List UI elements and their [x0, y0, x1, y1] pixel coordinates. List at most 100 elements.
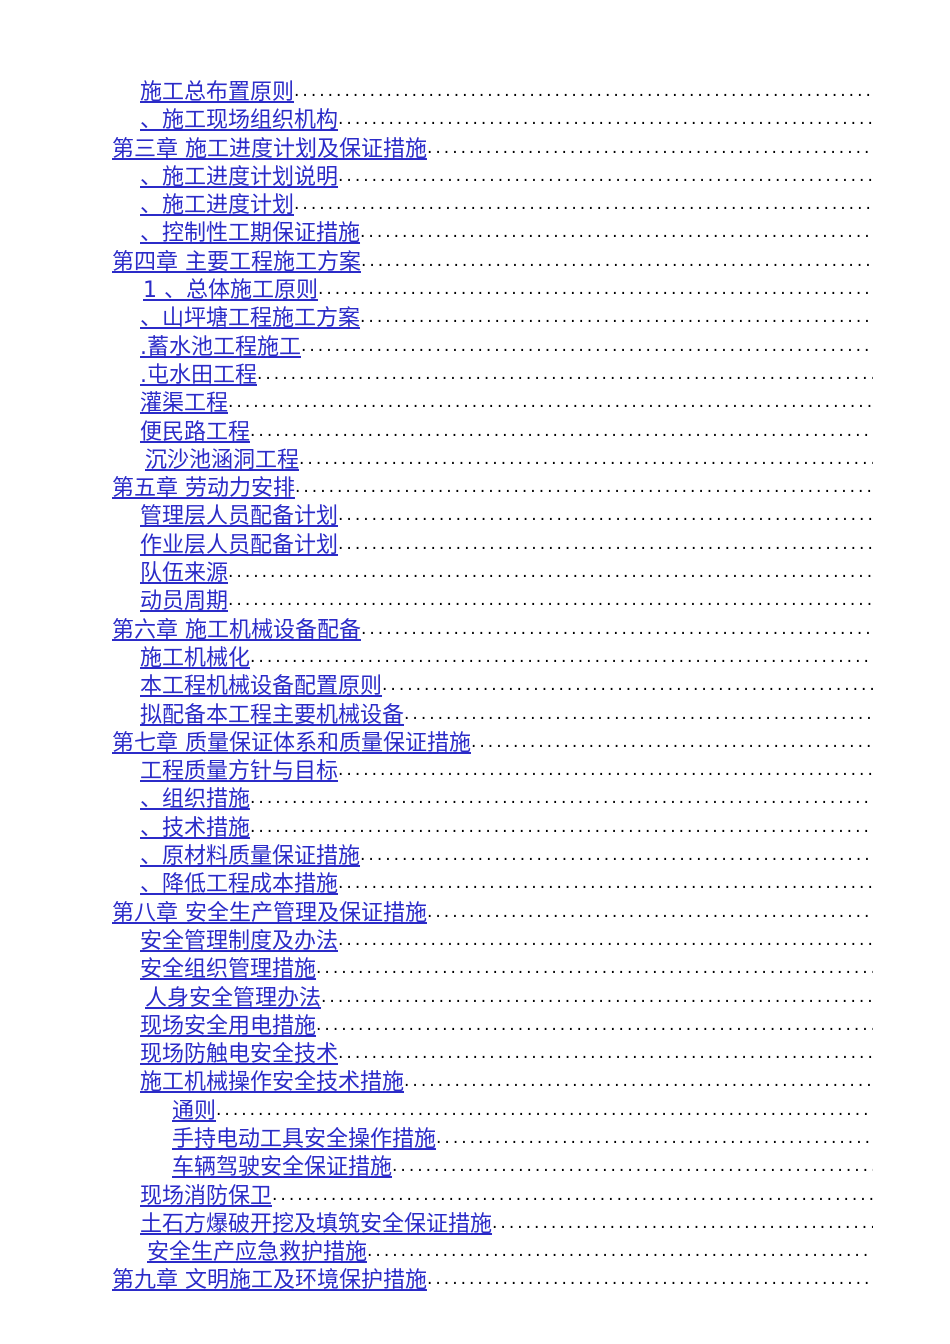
- toc-entry-label[interactable]: 现场消防保卫: [140, 1184, 272, 1209]
- toc-dot-leader: [250, 784, 873, 806]
- toc-entry-label[interactable]: 、施工进度计划: [140, 193, 294, 218]
- toc-entry-label[interactable]: 队伍来源: [140, 561, 228, 586]
- toc-entry-label[interactable]: 第六章 施工机械设备配备: [112, 618, 361, 643]
- toc-entry-label[interactable]: 现场防触电安全技术: [140, 1042, 338, 1067]
- toc-dot-leader: [404, 1067, 873, 1089]
- toc-entry[interactable]: 作业层人员配备计划: [0, 530, 950, 558]
- toc-entry-label[interactable]: 、施工进度计划说明: [140, 165, 338, 190]
- toc-dot-leader: [361, 247, 873, 269]
- toc-entry-label[interactable]: 施工机械化: [140, 646, 250, 671]
- toc-dot-leader: [392, 1152, 873, 1174]
- toc-entry-label[interactable]: 沉沙池涵洞工程: [145, 448, 299, 473]
- toc-entry-label[interactable]: .屯水田工程: [140, 363, 257, 388]
- toc-entry[interactable]: 施工机械操作安全技术措施: [0, 1067, 950, 1095]
- toc-entry-label[interactable]: 安全组织管理措施: [140, 957, 316, 982]
- toc-entry-label[interactable]: 、施工现场组织机构: [140, 108, 338, 133]
- toc-entry[interactable]: 1 、总体施工原则: [0, 275, 950, 303]
- toc-entry[interactable]: 施工总布置原则: [0, 77, 950, 105]
- toc-entry-label[interactable]: 管理层人员配备计划: [140, 504, 338, 529]
- toc-entry-label[interactable]: 手持电动工具安全操作措施: [172, 1127, 436, 1152]
- toc-dot-leader: [250, 813, 873, 835]
- toc-entry[interactable]: 、控制性工期保证措施: [0, 218, 950, 246]
- toc-entry[interactable]: 安全管理制度及办法: [0, 926, 950, 954]
- toc-entry[interactable]: 第七章 质量保证体系和质量保证措施: [0, 728, 950, 756]
- toc-entry-label[interactable]: 第八章 安全生产管理及保证措施: [112, 901, 427, 926]
- toc-entry[interactable]: 安全生产应急救护措施: [0, 1237, 950, 1265]
- toc-entry[interactable]: 第六章 施工机械设备配备: [0, 615, 950, 643]
- toc-entry-label[interactable]: 现场安全用电措施: [140, 1014, 316, 1039]
- toc-dot-leader: [338, 501, 873, 523]
- toc-entry-label[interactable]: 、山坪塘工程施工方案: [140, 306, 360, 331]
- toc-entry-label[interactable]: 第七章 质量保证体系和质量保证措施: [112, 731, 471, 756]
- toc-entry[interactable]: 、降低工程成本措施: [0, 869, 950, 897]
- toc-entry-label[interactable]: 、技术措施: [140, 816, 250, 841]
- toc-entry[interactable]: 土石方爆破开挖及填筑安全保证措施: [0, 1209, 950, 1237]
- toc-entry-label[interactable]: 施工总布置原则: [140, 80, 294, 105]
- toc-entry[interactable]: 通则: [0, 1096, 950, 1124]
- toc-entry[interactable]: 手持电动工具安全操作措施: [0, 1124, 950, 1152]
- toc-entry[interactable]: 第四章 主要工程施工方案: [0, 247, 950, 275]
- toc-entry-label[interactable]: 人身安全管理办法: [145, 986, 321, 1011]
- toc-entry[interactable]: 、原材料质量保证措施: [0, 841, 950, 869]
- toc-entry-label[interactable]: 安全生产应急救护措施: [147, 1240, 367, 1265]
- toc-entry[interactable]: 本工程机械设备配置原则: [0, 671, 950, 699]
- toc-entry[interactable]: 现场安全用电措施: [0, 1011, 950, 1039]
- toc-entry-label[interactable]: 第四章 主要工程施工方案: [112, 250, 361, 275]
- toc-dot-leader: [301, 332, 873, 354]
- toc-entry[interactable]: 管理层人员配备计划: [0, 501, 950, 529]
- toc-dot-leader: [321, 983, 873, 1005]
- toc-entry-label[interactable]: 拟配备本工程主要机械设备: [140, 703, 404, 728]
- toc-dot-leader: [361, 615, 873, 637]
- toc-entry-label[interactable]: 灌渠工程: [140, 391, 228, 416]
- toc-entry-label[interactable]: 1 、总体施工原则: [143, 278, 318, 303]
- toc-entry-label[interactable]: 通则: [172, 1099, 216, 1124]
- toc-entry[interactable]: 施工机械化: [0, 643, 950, 671]
- toc-entry[interactable]: 安全组织管理措施: [0, 954, 950, 982]
- toc-entry[interactable]: 、施工现场组织机构: [0, 105, 950, 133]
- toc-entry[interactable]: 队伍来源: [0, 558, 950, 586]
- toc-entry[interactable]: 现场防触电安全技术: [0, 1039, 950, 1067]
- toc-entry-label[interactable]: 第三章 施工进度计划及保证措施: [112, 137, 427, 162]
- toc-entry-label[interactable]: .蓄水池工程施工: [140, 335, 301, 360]
- toc-entry[interactable]: 、施工进度计划说明: [0, 162, 950, 190]
- toc-entry[interactable]: 车辆驾驶安全保证措施: [0, 1152, 950, 1180]
- toc-entry-label[interactable]: 动员周期: [140, 589, 228, 614]
- toc-entry-label[interactable]: 作业层人员配备计划: [140, 533, 338, 558]
- toc-dot-leader: [316, 954, 873, 976]
- toc-entry[interactable]: 现场消防保卫: [0, 1181, 950, 1209]
- toc-entry[interactable]: 人身安全管理办法: [0, 983, 950, 1011]
- toc-entry-label[interactable]: 本工程机械设备配置原则: [140, 674, 382, 699]
- toc-entry[interactable]: 便民路工程: [0, 417, 950, 445]
- toc-dot-leader: [382, 671, 873, 693]
- toc-entry[interactable]: 第八章 安全生产管理及保证措施: [0, 898, 950, 926]
- toc-entry[interactable]: 灌渠工程: [0, 388, 950, 416]
- toc-entry[interactable]: 、施工进度计划: [0, 190, 950, 218]
- toc-entry-label[interactable]: 、组织措施: [140, 787, 250, 812]
- toc-entry[interactable]: 、山坪塘工程施工方案: [0, 303, 950, 331]
- toc-entry-label[interactable]: 第九章 文明施工及环境保护措施: [112, 1268, 427, 1293]
- toc-entry-label[interactable]: 便民路工程: [140, 420, 250, 445]
- toc-entry-label[interactable]: 、原材料质量保证措施: [140, 844, 360, 869]
- toc-entry-label[interactable]: 安全管理制度及办法: [140, 929, 338, 954]
- toc-entry[interactable]: .蓄水池工程施工: [0, 332, 950, 360]
- toc-dot-leader: [338, 530, 873, 552]
- toc-entry[interactable]: .屯水田工程: [0, 360, 950, 388]
- toc-entry-label[interactable]: 工程质量方针与目标: [140, 759, 338, 784]
- toc-entry[interactable]: 动员周期: [0, 586, 950, 614]
- toc-entry-label[interactable]: 、控制性工期保证措施: [140, 221, 360, 246]
- toc-entry[interactable]: 、技术措施: [0, 813, 950, 841]
- toc-dot-leader: [367, 1237, 873, 1259]
- toc-entry[interactable]: 、组织措施: [0, 784, 950, 812]
- toc-entry[interactable]: 第五章 劳动力安排: [0, 473, 950, 501]
- toc-entry[interactable]: 拟配备本工程主要机械设备: [0, 700, 950, 728]
- toc-entry[interactable]: 沉沙池涵洞工程: [0, 445, 950, 473]
- toc-entry-label[interactable]: 、降低工程成本措施: [140, 872, 338, 897]
- toc-dot-leader: [338, 869, 873, 891]
- toc-entry-label[interactable]: 土石方爆破开挖及填筑安全保证措施: [140, 1212, 492, 1237]
- toc-entry-label[interactable]: 施工机械操作安全技术措施: [140, 1070, 404, 1095]
- toc-entry-label[interactable]: 车辆驾驶安全保证措施: [172, 1155, 392, 1180]
- toc-entry[interactable]: 工程质量方针与目标: [0, 756, 950, 784]
- toc-entry[interactable]: 第九章 文明施工及环境保护措施: [0, 1265, 950, 1293]
- toc-entry[interactable]: 第三章 施工进度计划及保证措施: [0, 134, 950, 162]
- toc-entry-label[interactable]: 第五章 劳动力安排: [112, 476, 295, 501]
